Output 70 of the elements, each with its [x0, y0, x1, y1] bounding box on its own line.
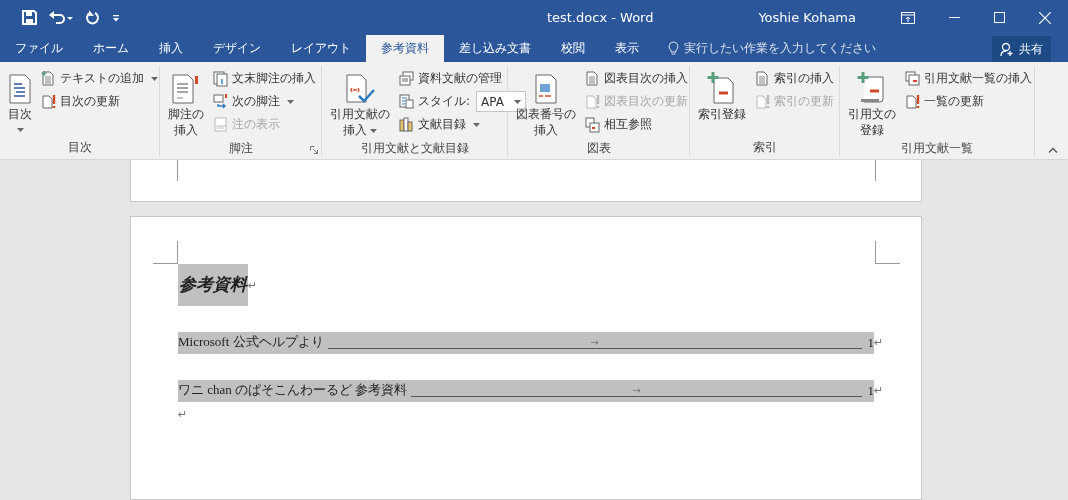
- group-label: 脚注: [228, 140, 253, 157]
- citation-entry: Microsoft 公式ヘルプより: [178, 333, 324, 352]
- ribbon-button[interactable]: 目次: [5, 68, 35, 138]
- ribbon-button[interactable]: 文末脚注の挿入: [211, 68, 318, 89]
- ribbon-button[interactable]: 脚注の 挿入: [165, 68, 207, 140]
- redo-icon[interactable]: [85, 10, 100, 25]
- picture-document-icon: [534, 74, 558, 104]
- style-label: スタイル:: [418, 93, 471, 110]
- update-icon: [755, 93, 771, 110]
- ribbon-tab[interactable]: 校閲: [546, 35, 600, 62]
- ribbon-button[interactable]: 引用文の 登録: [845, 68, 899, 140]
- ribbon-button[interactable]: 図表目次の挿入: [583, 68, 690, 89]
- page-number: 1: [867, 335, 874, 352]
- dropdown-caret-icon: [287, 99, 294, 104]
- save-icon[interactable]: [22, 10, 37, 25]
- dialog-launcher-icon[interactable]: [310, 146, 318, 154]
- update-icon: [585, 93, 601, 110]
- window-title: test.docx - Word: [545, 10, 655, 25]
- ribbon-tab[interactable]: デザイン: [198, 35, 276, 62]
- paragraph-mark: ↵: [248, 278, 258, 292]
- ribbon-button[interactable]: 索引の挿入: [753, 68, 836, 89]
- document-heading: 参考資料: [178, 264, 248, 307]
- collapse-ribbon-icon[interactable]: [1048, 147, 1058, 153]
- paragraph-mark: ↵: [874, 336, 884, 350]
- ribbon-tab[interactable]: ホーム: [78, 35, 144, 62]
- lightbulb-icon: [668, 41, 679, 56]
- ribbon-button[interactable]: 目次の更新: [39, 91, 160, 112]
- dropdown-caret-icon: [473, 122, 480, 127]
- ribbon-button[interactable]: 索引登録: [695, 68, 749, 138]
- scroll-entry-icon: [857, 72, 887, 104]
- ribbon-button[interactable]: テキストの追加: [39, 68, 160, 89]
- ribbon-display-options-icon[interactable]: [901, 11, 915, 24]
- paragraph-mark: ↵: [178, 408, 188, 422]
- person-add-icon: [1000, 41, 1015, 57]
- user-name[interactable]: Yoshie Kohama: [758, 10, 856, 25]
- page-number: 1: [867, 383, 874, 400]
- document-list-icon: [8, 74, 32, 104]
- share-button[interactable]: 共有: [992, 36, 1051, 62]
- ribbon-button[interactable]: 次の脚注: [211, 91, 318, 112]
- close-icon[interactable]: [1039, 11, 1051, 24]
- customize-menu-icon[interactable]: [112, 13, 120, 22]
- ribbon-tab[interactable]: 表示: [600, 35, 654, 62]
- group-label: 引用文献と文献目録: [360, 140, 469, 157]
- dropdown-caret-icon: [16, 128, 24, 132]
- citation-entry: ワニ chan のぱそこんわーるど 参考資料: [178, 381, 408, 400]
- ribbon-tab[interactable]: レイアウト: [276, 35, 366, 62]
- update-icon: [905, 93, 921, 110]
- maximize-icon[interactable]: [994, 12, 1005, 23]
- ribbon-tab[interactable]: 差し込み文書: [444, 35, 546, 62]
- minimize-icon[interactable]: [949, 16, 960, 19]
- dropdown-caret-icon: [514, 99, 522, 104]
- update-icon: [41, 93, 57, 110]
- add-text-icon: [41, 70, 57, 87]
- ribbon-tab[interactable]: ファイル: [0, 35, 78, 62]
- undo-icon[interactable]: [49, 10, 73, 25]
- paragraph-mark: ↵: [874, 384, 884, 398]
- group-label: 図表: [586, 140, 611, 157]
- ribbon-button[interactable]: 引用文献一覧の挿入: [903, 68, 1034, 89]
- group-label: 索引: [752, 138, 777, 156]
- dropdown-caret-icon: [370, 128, 378, 133]
- tell-me-field[interactable]: 実行したい作業を入力してください: [684, 40, 876, 57]
- group-label: 引用文献一覧: [901, 140, 973, 157]
- ribbon-tab[interactable]: 挿入: [144, 35, 198, 62]
- ribbon-button[interactable]: 一覧の更新: [903, 91, 1034, 112]
- bibliography-icon: [399, 116, 415, 133]
- ribbon-tab[interactable]: 参考資料: [366, 35, 444, 62]
- dropdown-caret-icon: [151, 76, 158, 81]
- ribbon-button[interactable]: 相互参照: [583, 114, 690, 135]
- ribbon-button[interactable]: 引用文献の 挿入: [327, 68, 393, 140]
- group-label: 目次: [67, 138, 92, 156]
